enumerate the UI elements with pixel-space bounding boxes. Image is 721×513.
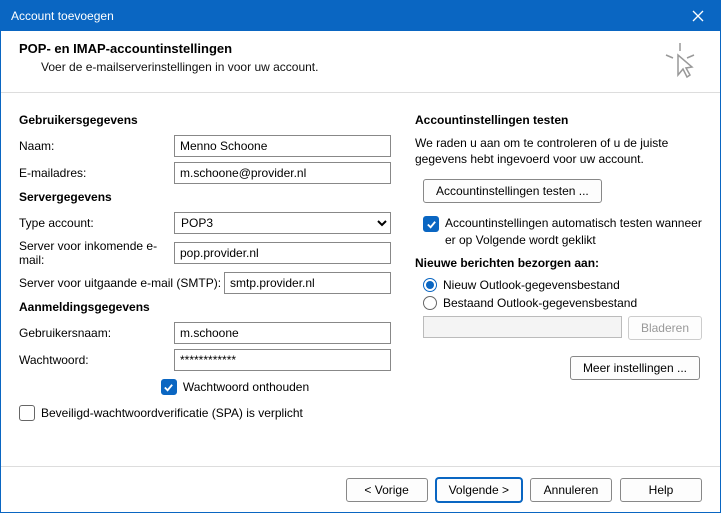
- test-section-title: Accountinstellingen testen: [415, 113, 702, 127]
- titlebar: Account toevoegen: [1, 1, 720, 31]
- deliver-section-title: Nieuwe berichten bezorgen aan:: [415, 256, 702, 270]
- incoming-label: Server voor inkomende e-mail:: [19, 239, 174, 267]
- next-button[interactable]: Volgende >: [436, 478, 522, 502]
- check-icon: [426, 219, 437, 230]
- deliver-new-label: Nieuw Outlook-gegevensbestand: [443, 278, 620, 292]
- auto-test-label: Accountinstellingen automatisch testen w…: [445, 215, 702, 247]
- existing-file-input: [423, 316, 622, 338]
- accounttype-select[interactable]: POP3: [174, 212, 391, 234]
- deliver-new-radio[interactable]: [423, 278, 437, 292]
- name-input[interactable]: [174, 135, 391, 157]
- email-label: E-mailadres:: [19, 166, 174, 180]
- spa-checkbox[interactable]: [19, 405, 35, 421]
- back-button[interactable]: < Vorige: [346, 478, 428, 502]
- browse-button[interactable]: Bladeren: [628, 316, 702, 340]
- dialog-header: POP- en IMAP-accountinstellingen Voer de…: [1, 31, 720, 93]
- more-settings-button[interactable]: Meer instellingen ...: [570, 356, 700, 380]
- remember-password-checkbox[interactable]: [161, 379, 177, 395]
- auto-test-checkbox[interactable]: [423, 216, 439, 232]
- cursor-icon: [660, 41, 700, 81]
- username-label: Gebruikersnaam:: [19, 326, 174, 340]
- deliver-existing-radio[interactable]: [423, 296, 437, 310]
- spa-label: Beveiligd-wachtwoordverificatie (SPA) is…: [41, 406, 303, 420]
- right-column: Accountinstellingen testen We raden u aa…: [415, 107, 702, 425]
- header-subtitle: Voer de e-mailserverinstellingen in voor…: [41, 60, 702, 74]
- window-title: Account toevoegen: [11, 9, 114, 23]
- header-title: POP- en IMAP-accountinstellingen: [19, 41, 702, 56]
- outgoing-label: Server voor uitgaande e-mail (SMTP):: [19, 276, 224, 290]
- cancel-button[interactable]: Annuleren: [530, 478, 612, 502]
- server-section-title: Servergegevens: [19, 190, 391, 204]
- deliver-existing-label: Bestaand Outlook-gegevensbestand: [443, 296, 637, 310]
- left-column: Gebruikersgegevens Naam: E-mailadres: Se…: [19, 107, 391, 425]
- outgoing-input[interactable]: [224, 272, 391, 294]
- close-button[interactable]: [676, 1, 720, 31]
- check-icon: [163, 382, 174, 393]
- remember-password-label: Wachtwoord onthouden: [183, 380, 309, 394]
- help-button[interactable]: Help: [620, 478, 702, 502]
- incoming-input[interactable]: [174, 242, 391, 264]
- email-input[interactable]: [174, 162, 391, 184]
- login-section-title: Aanmeldingsgegevens: [19, 300, 391, 314]
- username-input[interactable]: [174, 322, 391, 344]
- test-description: We raden u aan om te controleren of u de…: [415, 135, 702, 167]
- close-icon: [692, 10, 704, 22]
- accounttype-label: Type account:: [19, 216, 174, 230]
- test-settings-button[interactable]: Accountinstellingen testen ...: [423, 179, 602, 203]
- name-label: Naam:: [19, 139, 174, 153]
- dialog-footer: < Vorige Volgende > Annuleren Help: [1, 466, 720, 512]
- password-label: Wachtwoord:: [19, 353, 174, 367]
- user-section-title: Gebruikersgegevens: [19, 113, 391, 127]
- password-input[interactable]: [174, 349, 391, 371]
